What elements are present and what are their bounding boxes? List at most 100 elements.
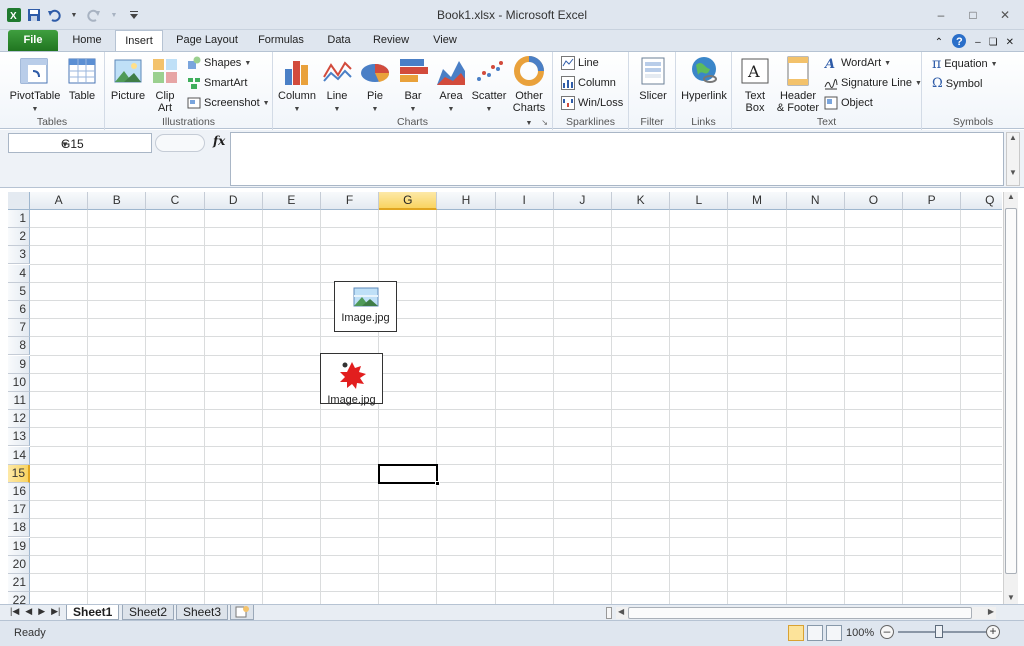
column-header-g[interactable]: G	[379, 192, 438, 210]
tab-view[interactable]: View	[425, 30, 465, 51]
vertical-scroll-thumb[interactable]	[1005, 208, 1017, 574]
column-header-m[interactable]: M	[728, 192, 787, 210]
zoom-out-button[interactable]: –	[880, 625, 894, 639]
insert-function-icon[interactable]: fx	[213, 134, 225, 148]
active-cell[interactable]	[378, 463, 441, 486]
workbook-close-icon[interactable]: ✕	[1006, 37, 1014, 48]
tab-data[interactable]: Data	[320, 30, 358, 51]
tab-formulas[interactable]: Formulas	[252, 30, 310, 51]
picture-button[interactable]: Picture	[109, 55, 147, 102]
shapes-button[interactable]: Shapes ▼	[187, 56, 251, 70]
formula-scroll-down-icon[interactable]: ▼	[1007, 168, 1019, 177]
scatter-chart-button[interactable]: Scatter ▼	[471, 55, 507, 116]
column-header-i[interactable]: I	[495, 192, 554, 210]
wordart-button[interactable]: A WordArt ▼	[824, 56, 891, 70]
pivottable-button[interactable]: PivotTable ▼	[6, 55, 64, 116]
hyperlink-button[interactable]: Hyperlink	[679, 55, 729, 102]
page-layout-view-icon[interactable]	[807, 625, 823, 641]
column-header-e[interactable]: E	[262, 192, 321, 210]
column-header-h[interactable]: H	[437, 192, 496, 210]
embedded-image-object[interactable]: Image.jpg	[320, 353, 383, 406]
sparkline-line-button[interactable]: Line	[561, 56, 599, 70]
maximize-button[interactable]: □	[962, 6, 984, 24]
smartart-button[interactable]: SmartArt	[187, 76, 247, 90]
name-box-dropdown-icon[interactable]: ▼	[61, 140, 147, 149]
next-sheet-icon[interactable]: ▶	[38, 606, 45, 617]
row-header-5[interactable]: 5	[8, 282, 30, 301]
sheet-tab-sheet3[interactable]: Sheet3	[176, 605, 229, 620]
column-header-j[interactable]: J	[553, 192, 612, 210]
tab-split-handle[interactable]	[606, 607, 612, 619]
horizontal-scroll-thumb[interactable]	[628, 607, 972, 619]
row-header-18[interactable]: 18	[8, 519, 30, 538]
insert-sheet-button[interactable]	[230, 605, 254, 620]
scroll-left-icon[interactable]: ◀	[618, 607, 624, 616]
column-header-o[interactable]: O	[844, 192, 903, 210]
last-sheet-icon[interactable]: ▶|	[51, 606, 60, 617]
column-header-l[interactable]: L	[670, 192, 729, 210]
table-button[interactable]: Table	[64, 55, 100, 102]
row-header-7[interactable]: 7	[8, 319, 30, 338]
row-header-14[interactable]: 14	[8, 446, 30, 465]
minimize-button[interactable]: –	[930, 6, 952, 24]
header-footer-button[interactable]: Header & Footer	[776, 55, 820, 114]
vertical-scrollbar[interactable]: ▲ ▼	[1003, 192, 1018, 604]
help-icon[interactable]: ?	[951, 33, 967, 52]
formula-scroll-up-icon[interactable]: ▲	[1007, 133, 1019, 142]
column-chart-button[interactable]: Column ▼	[277, 55, 317, 116]
area-chart-button[interactable]: Area ▼	[433, 55, 469, 116]
formula-input[interactable]	[230, 132, 1004, 186]
sheet-tab-sheet1[interactable]: Sheet1	[66, 605, 120, 620]
scroll-right-icon[interactable]: ▶	[988, 607, 994, 616]
column-header-f[interactable]: F	[321, 192, 380, 210]
symbol-button[interactable]: Ω Symbol	[932, 76, 982, 91]
tab-review[interactable]: Review	[366, 30, 416, 51]
pie-chart-button[interactable]: Pie ▼	[357, 55, 393, 116]
row-header-20[interactable]: 20	[8, 555, 30, 574]
line-chart-button[interactable]: Line ▼	[319, 55, 355, 116]
scroll-down-icon[interactable]: ▼	[1007, 593, 1015, 602]
formula-bar-scrollbar[interactable]: ▲ ▼	[1006, 132, 1020, 186]
row-header-13[interactable]: 13	[8, 428, 30, 447]
sparkline-winloss-button[interactable]: Win/Loss	[561, 96, 623, 110]
column-header-a[interactable]: A	[30, 192, 89, 210]
row-header-21[interactable]: 21	[8, 574, 30, 592]
row-header-1[interactable]: 1	[8, 210, 30, 228]
column-header-q[interactable]: Q	[961, 192, 1002, 210]
signature-line-button[interactable]: Signature Line ▼	[824, 76, 922, 90]
row-header-4[interactable]: 4	[8, 264, 30, 283]
horizontal-scrollbar[interactable]: ◀ ▶	[616, 607, 996, 619]
column-header-d[interactable]: D	[204, 192, 263, 210]
first-sheet-icon[interactable]: |◀	[10, 606, 19, 617]
tab-insert[interactable]: Insert	[115, 30, 163, 52]
row-header-15[interactable]: 15	[8, 464, 30, 483]
row-header-22[interactable]: 22	[8, 592, 30, 604]
charts-dialog-launcher-icon[interactable]: ↘	[541, 118, 548, 127]
row-header-8[interactable]: 8	[8, 337, 30, 356]
name-box[interactable]: G15 ▼	[8, 133, 152, 153]
textbox-button[interactable]: A Text Box	[736, 55, 774, 114]
row-header-16[interactable]: 16	[8, 483, 30, 501]
row-header-10[interactable]: 10	[8, 373, 30, 392]
row-header-12[interactable]: 12	[8, 410, 30, 429]
tab-file[interactable]: File	[8, 30, 58, 51]
fill-handle[interactable]	[435, 480, 441, 486]
tab-home[interactable]: Home	[64, 30, 110, 51]
clipart-button[interactable]: Clip Art	[149, 55, 181, 114]
row-header-3[interactable]: 3	[8, 246, 30, 265]
bar-chart-button[interactable]: Bar ▼	[395, 55, 431, 116]
page-break-view-icon[interactable]	[826, 625, 842, 641]
embedded-image-object[interactable]: Image.jpg	[334, 281, 397, 332]
sheet-tab-sheet2[interactable]: Sheet2	[122, 605, 175, 620]
object-button[interactable]: Object	[824, 96, 873, 110]
close-button[interactable]: ✕	[994, 6, 1016, 24]
row-header-19[interactable]: 19	[8, 537, 30, 556]
column-header-k[interactable]: K	[612, 192, 671, 210]
sparkline-column-button[interactable]: Column	[561, 76, 616, 90]
workbook-restore-icon[interactable]: ❏	[989, 37, 998, 48]
slicer-button[interactable]: Slicer	[635, 55, 671, 102]
equation-button[interactable]: π Equation ▼	[932, 56, 998, 72]
zoom-slider-thumb[interactable]	[935, 625, 943, 638]
column-header-p[interactable]: P	[903, 192, 962, 210]
formula-bar-grip-icon[interactable]	[155, 134, 205, 152]
